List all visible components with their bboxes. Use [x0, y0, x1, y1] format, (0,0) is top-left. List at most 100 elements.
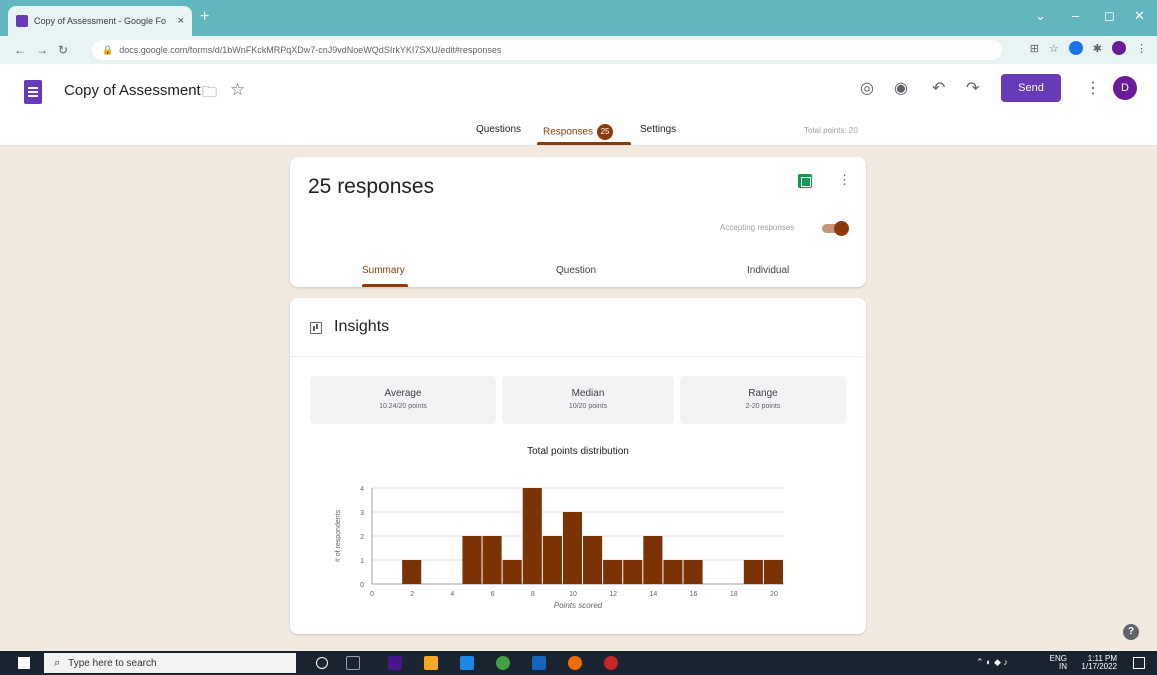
palette-icon[interactable]: ◎ [860, 78, 874, 98]
reload-icon[interactable]: ↻ [58, 43, 68, 57]
send-button[interactable]: Send [1001, 74, 1061, 102]
average-label: Average [384, 388, 422, 399]
median-stat: Median 10/20 points [502, 376, 674, 424]
windows-start-icon[interactable] [18, 657, 30, 669]
window-close-icon[interactable]: ✕ [1134, 8, 1145, 24]
bar [522, 488, 542, 584]
tab-settings[interactable]: Settings [640, 124, 676, 135]
help-icon[interactable]: ? [1123, 624, 1139, 640]
app-icon[interactable] [568, 656, 582, 670]
average-stat: Average 10.24/20 points [310, 376, 496, 424]
close-icon[interactable]: × [178, 15, 184, 27]
bar [502, 560, 522, 584]
undo-icon[interactable]: ↶ [932, 78, 945, 98]
forward-icon[interactable]: → [36, 43, 48, 57]
app-icon[interactable] [460, 656, 474, 670]
windows-taskbar: ⌕ Type here to search ⌃ ◐ ◆ ♪ ENG IN 1:1… [0, 651, 1157, 675]
folder-icon[interactable]: 🗀 [202, 82, 217, 107]
average-value: 10.24/20 points [379, 403, 427, 410]
chevron-down-icon[interactable]: ⌄ [1035, 8, 1046, 24]
task-view-icon[interactable] [346, 656, 360, 670]
x-axis-label: Points scored [554, 601, 603, 610]
tab-summary[interactable]: Summary [362, 265, 405, 276]
app-icon[interactable] [604, 656, 618, 670]
google-forms-icon[interactable] [24, 80, 42, 104]
bar [562, 512, 583, 584]
x-tick-label: 8 [531, 591, 535, 598]
tab-question[interactable]: Question [556, 265, 596, 276]
browser-tab[interactable]: Copy of Assessment - Google Fo × [8, 6, 192, 36]
bar [763, 560, 783, 584]
points-distribution-chart: 012340 2 4 6 8 10 12 14 16 18 20Points scored# of … [335, 486, 784, 610]
bar [603, 560, 623, 584]
insights-title: Insights [334, 318, 390, 335]
x-tick-label: 16 [690, 591, 698, 598]
tab-individual[interactable]: Individual [747, 265, 789, 276]
clock-date: 1/17/2022 [1081, 662, 1117, 671]
new-tab-button[interactable]: + [200, 8, 209, 26]
x-tick-label: 2 [410, 591, 414, 598]
puzzle-icon[interactable]: ✱ [1093, 42, 1102, 55]
minimize-icon[interactable]: – [1072, 8, 1079, 23]
url-field[interactable]: 🔒 docs.google.com/forms/d/1bWnFKckMRPqXD… [92, 40, 1002, 60]
notification-icon[interactable] [1133, 657, 1145, 669]
maximize-icon[interactable]: ◻ [1104, 8, 1115, 24]
search-icon: ⌕ [54, 656, 61, 669]
y-axis-label: # of respondents [335, 509, 342, 562]
more-options-icon[interactable]: ⋮ [838, 172, 851, 188]
more-options-icon[interactable]: ⋮ [1085, 78, 1101, 98]
bar [482, 536, 502, 584]
y-tick-label: 3 [360, 510, 364, 517]
browser-menu-icon[interactable]: ⋮ [1136, 42, 1147, 55]
median-value: 10/20 points [568, 403, 608, 410]
browser-tab-title: Copy of Assessment - Google Fo [34, 16, 167, 26]
x-tick-label: 14 [649, 591, 657, 598]
redo-icon[interactable]: ↷ [966, 78, 979, 98]
responses-summary-card: 25 responses ⋮ Accepting responses Summa… [290, 157, 866, 287]
bookmark-star-icon[interactable]: ☆ [1049, 42, 1059, 55]
median-label: Median [571, 388, 605, 399]
language-indicator[interactable]: ENG IN [1050, 655, 1067, 671]
x-tick-label: 18 [730, 591, 738, 598]
range-value: 2-20 points [745, 403, 781, 410]
star-icon[interactable]: ☆ [230, 80, 245, 100]
tray-icons[interactable]: ⌃ ◐ ◆ ♪ [976, 657, 1008, 668]
sheets-icon[interactable] [798, 174, 812, 188]
summary-tab-indicator [362, 284, 408, 287]
extension-icon[interactable] [1068, 41, 1083, 55]
accepting-responses-label: Accepting responses [720, 223, 795, 232]
form-title[interactable]: Copy of Assessment [64, 82, 201, 99]
taskbar-search-input[interactable]: ⌕ Type here to search [44, 653, 296, 673]
avatar[interactable]: D [1113, 76, 1137, 100]
back-icon[interactable]: ← [14, 43, 26, 57]
translate-icon[interactable]: ⊞ [1030, 42, 1039, 55]
x-tick-label: 0 [370, 591, 374, 598]
tab-questions[interactable]: Questions [476, 124, 521, 135]
app-icon[interactable] [532, 656, 546, 670]
x-tick-label: 10 [569, 591, 577, 598]
app-icon[interactable] [388, 656, 402, 670]
accepting-responses-toggle[interactable] [820, 221, 849, 236]
bar [462, 536, 482, 584]
chrome-icon[interactable] [496, 656, 510, 670]
bar [743, 560, 763, 584]
bar [542, 536, 562, 584]
clock[interactable]: 1:11 PM 1/17/2022 [1081, 655, 1117, 671]
tab-responses[interactable]: Responses 25 [543, 124, 614, 140]
y-tick-label: 2 [360, 534, 364, 541]
file-explorer-icon[interactable] [424, 656, 438, 670]
x-tick-label: 4 [450, 591, 454, 598]
tab-responses-label: Responses [543, 126, 594, 138]
y-tick-label: 0 [360, 582, 364, 589]
range-stat: Range 2-20 points [680, 376, 846, 424]
responses-count-badge: 25 [597, 124, 614, 140]
y-tick-label: 1 [360, 558, 364, 565]
chart-title: Total points distribution [527, 446, 629, 457]
x-tick-label: 20 [770, 591, 778, 598]
forms-favicon-icon [16, 15, 28, 27]
preview-eye-icon[interactable]: ◉ [894, 78, 908, 98]
cortana-icon[interactable] [316, 657, 328, 669]
forms-header: Copy of Assessment 🗀 ☆ ◎ ◉ ↶ ↷ Send ⋮ D … [0, 64, 1157, 146]
profile-icon[interactable] [1112, 41, 1126, 55]
browser-tab-strip: Copy of Assessment - Google Fo × + ⌄ – ◻… [0, 0, 1157, 36]
